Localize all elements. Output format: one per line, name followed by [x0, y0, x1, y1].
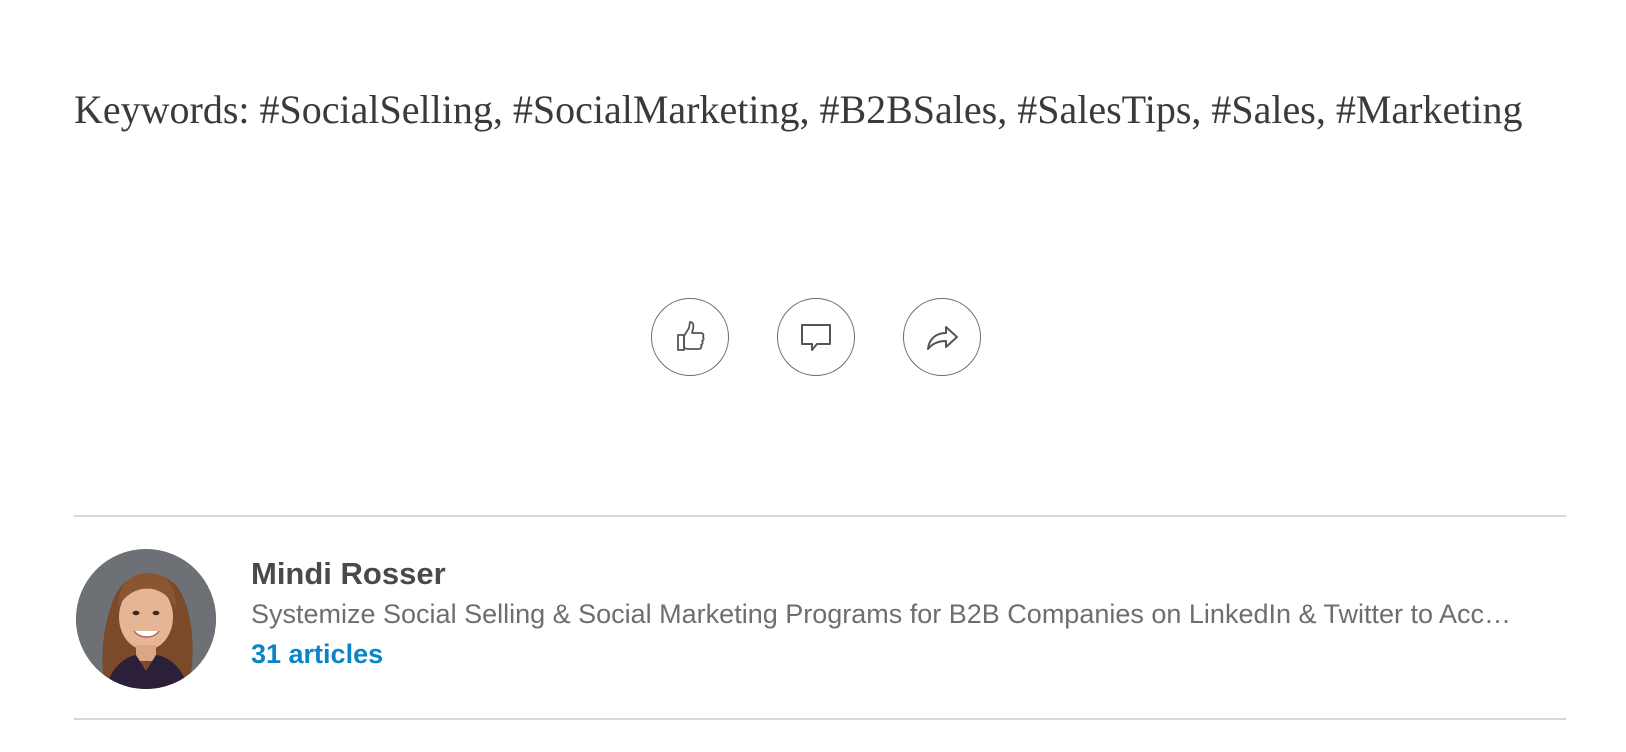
like-button[interactable] [651, 298, 729, 376]
divider-top [74, 515, 1566, 517]
social-actions-bar [651, 298, 981, 376]
thumbs-up-icon [677, 321, 705, 351]
keywords-text: Keywords: #SocialSelling, #SocialMarketi… [74, 87, 1523, 132]
share-button[interactable] [903, 298, 981, 376]
comment-bubble-icon [801, 324, 831, 351]
avatar[interactable] [76, 549, 216, 689]
article-footer: Keywords: #SocialSelling, #SocialMarketi… [0, 0, 1626, 752]
author-info: Mindi Rosser Systemize Social Selling & … [251, 554, 1566, 674]
author-headline: Systemize Social Selling & Social Market… [251, 599, 1512, 629]
author-card: Mindi Rosser Systemize Social Selling & … [74, 548, 1566, 692]
author-name[interactable]: Mindi Rosser [251, 554, 1566, 594]
comment-button[interactable] [777, 298, 855, 376]
divider-bottom [74, 718, 1566, 720]
avatar-portrait [76, 549, 216, 689]
share-arrow-icon [927, 326, 958, 350]
author-articles-link[interactable]: 31 articles [251, 634, 383, 674]
